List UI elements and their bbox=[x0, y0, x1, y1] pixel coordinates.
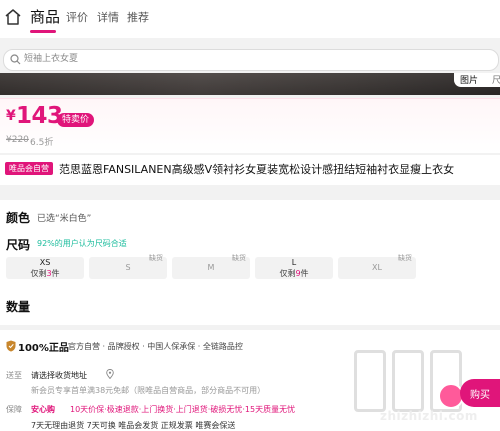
assurance-text: 10天价保·极速退款·上门换货·上门退货·破损无忧·15天质量无忧 bbox=[70, 405, 296, 414]
floating-buy-label: 购买 bbox=[470, 390, 490, 401]
assurance-label: 保障 bbox=[6, 405, 22, 414]
color-selected[interactable]: 已选“米白色” bbox=[37, 211, 91, 224]
size-name: XL bbox=[372, 263, 382, 272]
original-price: ¥220 bbox=[6, 135, 29, 145]
shield-icon bbox=[6, 340, 16, 352]
tab-product[interactable]: 商品 bbox=[30, 6, 60, 27]
active-tab-indicator bbox=[30, 30, 56, 33]
tab-recommend[interactable]: 推荐 bbox=[127, 9, 149, 25]
search-icon bbox=[10, 54, 21, 65]
genuine-title: 100%正品 bbox=[18, 343, 69, 354]
image-tab-photos[interactable]: 图片 bbox=[460, 73, 478, 86]
size-stock: 仅剩9件 bbox=[279, 269, 309, 278]
size-name: M bbox=[207, 263, 215, 272]
search-input[interactable] bbox=[24, 50, 324, 68]
special-price-badge: 特卖价 bbox=[57, 113, 95, 127]
watermark-text: zhizhizhi.com bbox=[380, 409, 478, 423]
chevron-right-icon[interactable] bbox=[122, 342, 128, 350]
assurance-badge: 安心购 bbox=[31, 405, 55, 414]
price-currency: ¥ bbox=[6, 108, 16, 124]
current-price: 143 bbox=[16, 103, 63, 129]
out-of-stock-label: 缺货 bbox=[149, 254, 163, 262]
delivery-label: 送至 bbox=[6, 371, 22, 380]
out-of-stock-label: 缺货 bbox=[232, 254, 246, 262]
delivery-subtext: 新会员专享首单满38元免邮（限唯品自营商品，部分商品不可用） bbox=[31, 386, 266, 395]
out-of-stock-label: 缺货 bbox=[398, 254, 412, 262]
assurance-list: 7天无理由退货 7天可换 唯品会发货 正规发票 唯赛会保送 bbox=[31, 421, 236, 430]
delivery-address[interactable]: 请选择收货地址 bbox=[31, 370, 87, 381]
watermark-glyph bbox=[392, 350, 424, 412]
quantity-label: 数量 bbox=[6, 300, 31, 314]
watermark-glyph bbox=[354, 350, 386, 412]
size-name: L bbox=[291, 258, 297, 267]
image-tab-size[interactable]: 尺 bbox=[492, 73, 500, 86]
genuine-text: 官方自营 · 品牌授权 · 中国人保承保 · 全链路品控 bbox=[68, 342, 243, 351]
size-label: 尺码 bbox=[6, 238, 31, 252]
location-pin-icon[interactable] bbox=[106, 369, 114, 379]
home-icon[interactable] bbox=[4, 8, 22, 26]
store-badge: 唯品会自营 bbox=[5, 162, 53, 175]
size-stock: 仅剩3件 bbox=[30, 269, 60, 278]
discount-label: 6.5折 bbox=[30, 138, 54, 148]
tab-reviews[interactable]: 评价 bbox=[66, 9, 88, 25]
size-name: XS bbox=[39, 258, 51, 267]
size-fit-hint: 92%的用户认为尺码合适 bbox=[37, 239, 127, 248]
product-title: 范思蓝恩FANSILANEN高级感V领衬衫女夏装宽松设计感扭结短袖衬衣显瘦上衣女 bbox=[59, 163, 455, 176]
tab-details[interactable]: 详情 bbox=[97, 9, 119, 25]
size-name: S bbox=[125, 263, 131, 272]
color-label: 颜色 bbox=[6, 211, 31, 225]
product-image[interactable] bbox=[0, 73, 500, 95]
